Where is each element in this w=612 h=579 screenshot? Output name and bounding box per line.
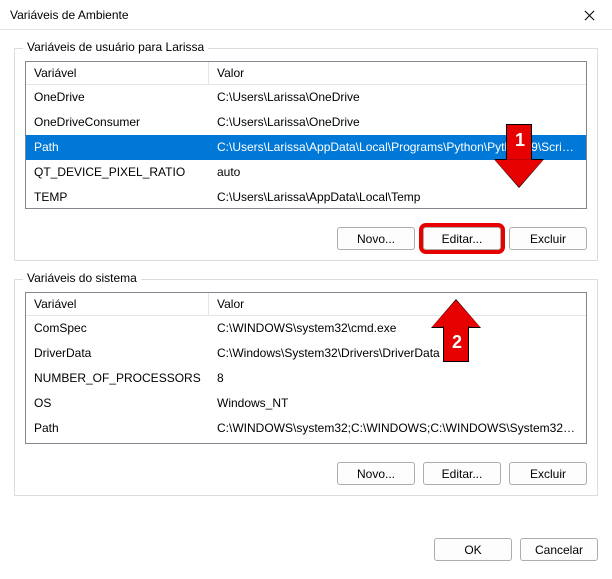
user-variables-list[interactable]: Variável Valor OneDriveC:\Users\Larissa\… <box>25 61 587 209</box>
table-row[interactable]: ComSpecC:\WINDOWS\system32\cmd.exe <box>26 316 586 341</box>
variable-value-cell: C:\WINDOWS\system32\cmd.exe <box>209 316 586 341</box>
variable-name-cell: OS <box>26 391 209 416</box>
variable-value-cell: .COM;.EXE;.BAT;.CMD;.VBS;.VBE;.JS;.JSE;.… <box>209 441 586 443</box>
table-row[interactable]: QT_DEVICE_PIXEL_RATIOauto <box>26 160 586 185</box>
table-row[interactable]: PATHEXT.COM;.EXE;.BAT;.CMD;.VBS;.VBE;.JS… <box>26 441 586 443</box>
column-header-value[interactable]: Valor <box>209 62 586 84</box>
user-edit-button[interactable]: Editar... <box>423 227 501 250</box>
cancel-button[interactable]: Cancelar <box>520 538 598 561</box>
table-row[interactable]: DriverDataC:\Windows\System32\Drivers\Dr… <box>26 341 586 366</box>
column-header-variable[interactable]: Variável <box>26 293 209 315</box>
title-bar: Variáveis de Ambiente <box>0 0 612 30</box>
variable-name-cell: Path <box>26 416 209 441</box>
system-new-button[interactable]: Novo... <box>337 462 415 485</box>
variable-name-cell: NUMBER_OF_PROCESSORS <box>26 366 209 391</box>
variable-value-cell: C:\Windows\System32\Drivers\DriverData <box>209 341 586 366</box>
user-list-header: Variável Valor <box>26 62 586 85</box>
dialog-content: Variáveis de usuário para Larissa Variáv… <box>0 30 612 528</box>
system-delete-button[interactable]: Excluir <box>509 462 587 485</box>
variable-name-cell: TEMP <box>26 185 209 208</box>
variable-value-cell: C:\Users\Larissa\AppData\Local\Programs\… <box>209 135 586 160</box>
system-variables-group: Variáveis do sistema Variável Valor ComS… <box>14 279 598 496</box>
table-row[interactable]: OneDriveConsumerC:\Users\Larissa\OneDriv… <box>26 110 586 135</box>
variable-name-cell: QT_DEVICE_PIXEL_RATIO <box>26 160 209 185</box>
user-new-button[interactable]: Novo... <box>337 227 415 250</box>
variable-value-cell: 8 <box>209 366 586 391</box>
system-list-header: Variável Valor <box>26 293 586 316</box>
variable-value-cell: C:\WINDOWS\system32;C:\WINDOWS;C:\WINDOW… <box>209 416 586 441</box>
column-header-value[interactable]: Valor <box>209 293 586 315</box>
system-edit-button[interactable]: Editar... <box>423 462 501 485</box>
table-row[interactable]: PathC:\WINDOWS\system32;C:\WINDOWS;C:\WI… <box>26 416 586 441</box>
table-row[interactable]: PathC:\Users\Larissa\AppData\Local\Progr… <box>26 135 586 160</box>
window-title: Variáveis de Ambiente <box>10 8 129 22</box>
system-variables-list[interactable]: Variável Valor ComSpecC:\WINDOWS\system3… <box>25 292 587 444</box>
close-button[interactable] <box>567 0 612 30</box>
variable-value-cell: auto <box>209 160 586 185</box>
variable-name-cell: PATHEXT <box>26 441 209 443</box>
variable-name-cell: ComSpec <box>26 316 209 341</box>
variable-name-cell: DriverData <box>26 341 209 366</box>
column-header-variable[interactable]: Variável <box>26 62 209 84</box>
system-variables-label: Variáveis do sistema <box>23 271 141 285</box>
table-row[interactable]: TEMPC:\Users\Larissa\AppData\Local\Temp <box>26 185 586 208</box>
user-buttons-row: Novo... Editar... Excluir <box>25 227 587 250</box>
dialog-buttons: OK Cancelar <box>0 538 612 575</box>
variable-name-cell: Path <box>26 135 209 160</box>
variable-value-cell: C:\Users\Larissa\AppData\Local\Temp <box>209 185 586 208</box>
user-delete-button[interactable]: Excluir <box>509 227 587 250</box>
variable-name-cell: OneDrive <box>26 85 209 110</box>
variable-value-cell: Windows_NT <box>209 391 586 416</box>
user-variables-label: Variáveis de usuário para Larissa <box>23 40 208 54</box>
system-buttons-row: Novo... Editar... Excluir <box>25 462 587 485</box>
user-variables-group: Variáveis de usuário para Larissa Variáv… <box>14 48 598 261</box>
table-row[interactable]: OneDriveC:\Users\Larissa\OneDrive <box>26 85 586 110</box>
table-row[interactable]: OSWindows_NT <box>26 391 586 416</box>
variable-name-cell: OneDriveConsumer <box>26 110 209 135</box>
ok-button[interactable]: OK <box>434 538 512 561</box>
close-icon <box>585 10 595 20</box>
table-row[interactable]: NUMBER_OF_PROCESSORS8 <box>26 366 586 391</box>
variable-value-cell: C:\Users\Larissa\OneDrive <box>209 110 586 135</box>
variable-value-cell: C:\Users\Larissa\OneDrive <box>209 85 586 110</box>
